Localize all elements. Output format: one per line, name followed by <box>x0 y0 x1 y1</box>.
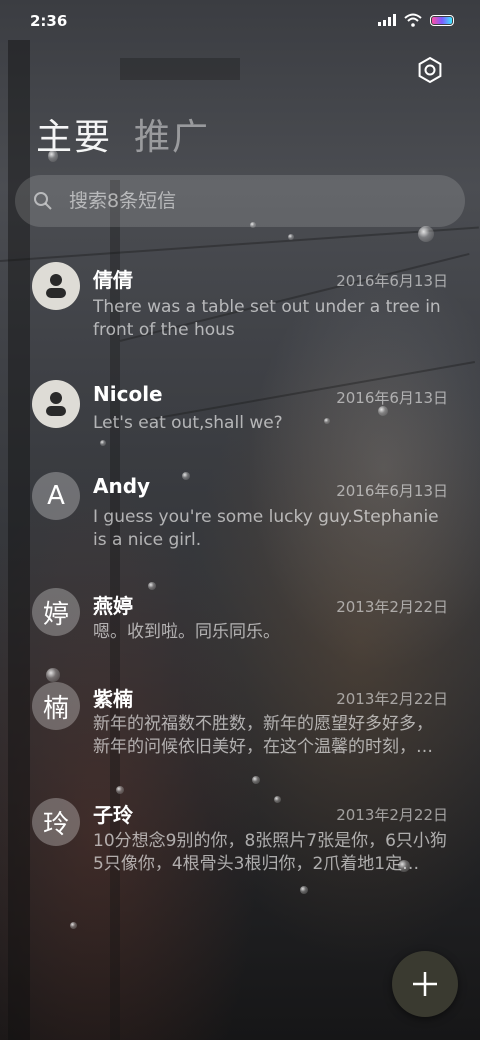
conversation-snippet: 新年的祝福数不胜数，新年的愿望好多好多，新年的问候依旧美好，在这个温馨的时刻，… <box>93 714 433 757</box>
status-time: 2:36 <box>30 12 68 30</box>
conversation-snippet: 10分想念9别的你，8张照片7张是你，6只小狗5只像你，4根骨头3根归你，2爪着… <box>93 831 447 874</box>
conversation-date: 2013年2月22日 <box>336 690 448 708</box>
search-bar[interactable] <box>15 175 465 227</box>
conversation-item[interactable]: 玲 子玲 2013年2月22日 10分想念9别的你，8张照片7张是你，6只小狗5… <box>0 788 480 898</box>
status-icons <box>378 13 454 27</box>
settings-button[interactable] <box>416 56 444 84</box>
search-input[interactable] <box>67 189 431 213</box>
tab-bar: 主要 推广 <box>36 108 210 160</box>
tab-primary[interactable]: 主要 <box>36 108 112 160</box>
tab-promotions[interactable]: 推广 <box>134 108 210 160</box>
letter-avatar: 楠 <box>32 682 80 730</box>
letter-avatar: A <box>32 472 80 520</box>
conversation-item[interactable]: 婷 燕婷 2013年2月22日 嗯。收到啦。同乐同乐。 <box>0 578 480 668</box>
conversation-item[interactable]: A Andy 2016年6月13日 I guess you're some lu… <box>0 462 480 572</box>
letter-avatar: 玲 <box>32 798 80 846</box>
contact-avatar-icon <box>32 262 80 310</box>
conversation-item[interactable]: 楠 紫楠 2013年2月22日 新年的祝福数不胜数，新年的愿望好多好多，新年的问… <box>0 670 480 780</box>
conversation-date: 2016年6月13日 <box>336 389 448 407</box>
letter-avatar: 婷 <box>32 588 80 636</box>
conversation-snippet: 嗯。收到啦。同乐同乐。 <box>93 622 280 642</box>
battery-icon <box>430 14 454 26</box>
conversation-name: 倩倩 <box>93 268 133 292</box>
conversation-name: 燕婷 <box>93 594 133 618</box>
conversation-snippet: Let's eat out,shall we? <box>93 413 283 433</box>
conversation-item[interactable]: 倩倩 2016年6月13日 There was a table set out … <box>0 250 480 360</box>
contact-avatar-icon <box>32 380 80 428</box>
conversation-name: 紫楠 <box>93 687 133 711</box>
conversation-date: 2016年6月13日 <box>336 482 448 500</box>
new-message-button[interactable] <box>392 951 458 1017</box>
signal-icon <box>378 14 396 26</box>
conversation-item[interactable]: Nicole 2016年6月13日 Let's eat out,shall we… <box>0 368 480 458</box>
conversation-date: 2016年6月13日 <box>336 272 448 290</box>
search-icon <box>34 192 52 210</box>
gear-icon <box>418 56 442 84</box>
conversation-snippet: There was a table set out under a tree i… <box>93 297 441 340</box>
conversation-name: Andy <box>93 474 151 498</box>
conversation-date: 2013年2月22日 <box>336 806 448 824</box>
conversation-snippet: I guess you're some lucky guy.Stephanie … <box>93 507 439 550</box>
status-bar: 2:36 <box>0 0 480 40</box>
conversation-date: 2013年2月22日 <box>336 598 448 616</box>
conversation-name: 子玲 <box>93 803 133 827</box>
wifi-icon <box>404 13 422 27</box>
plus-icon <box>413 972 437 996</box>
conversation-name: Nicole <box>93 382 163 406</box>
